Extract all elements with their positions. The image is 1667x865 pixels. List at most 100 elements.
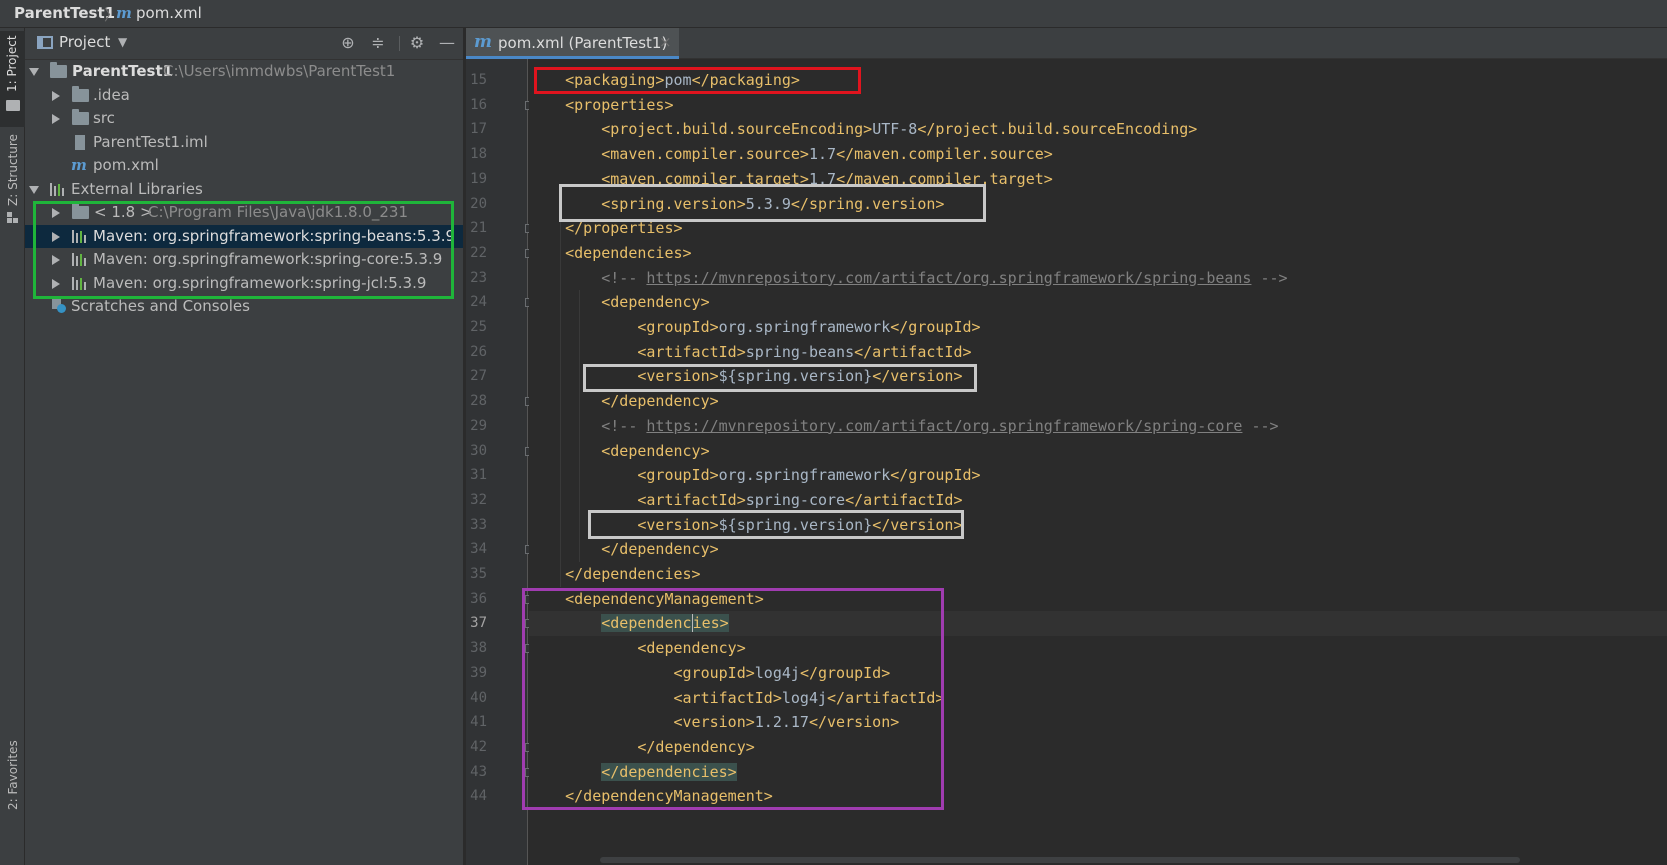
expand-arrow-icon[interactable]	[29, 68, 39, 76]
line-number[interactable]: 36	[466, 587, 487, 612]
code-line[interactable]: <groupId>org.springframework</groupId>	[529, 315, 1667, 340]
annotation-white-box	[559, 184, 986, 222]
code-line[interactable]: <groupId>org.springframework</groupId>	[529, 463, 1667, 488]
tree-item-label: .idea	[93, 85, 130, 104]
expand-arrow-icon[interactable]	[29, 185, 39, 194]
chevron-down-icon[interactable]: ▼	[118, 35, 127, 49]
code-line[interactable]: </dependencies>	[529, 562, 1667, 587]
tree-item-src[interactable]: src	[25, 107, 463, 131]
line-number[interactable]: 32	[466, 488, 487, 513]
line-number[interactable]: 26	[466, 340, 487, 365]
line-number[interactable]: 40	[466, 686, 487, 711]
line-number[interactable]: 15	[466, 68, 487, 93]
tree-item-label: External Libraries	[71, 179, 203, 198]
line-number[interactable]: 16	[466, 93, 487, 118]
project-view-icon	[37, 36, 53, 49]
annotation-white-box	[583, 364, 977, 392]
line-number[interactable]: 27	[466, 364, 487, 389]
line-number[interactable]: 29	[466, 414, 487, 439]
minimize-icon[interactable]: —	[437, 33, 457, 53]
editor-tab-bar: m pom.xml (ParentTest1) ×	[466, 28, 1667, 59]
line-number[interactable]: 31	[466, 463, 487, 488]
folder-icon	[72, 109, 89, 125]
line-number[interactable]: 39	[466, 661, 487, 686]
code-line[interactable]: <!-- https://mvnrepository.com/artifact/…	[529, 266, 1667, 291]
close-icon[interactable]: ×	[659, 33, 672, 51]
tree-item-idea[interactable]: .idea	[25, 84, 463, 108]
collapse-arrow-icon[interactable]	[52, 114, 60, 124]
structure-tool-label[interactable]: Z: Structure	[6, 134, 20, 206]
line-number[interactable]: 43	[466, 760, 487, 785]
scratches-icon	[52, 299, 66, 313]
line-number[interactable]: 17	[466, 117, 487, 142]
project-panel: Project ▼ ⊕ ≑ ⚙ — ParentTest1 C:\Users\i…	[25, 28, 463, 865]
line-number[interactable]: 24	[466, 290, 487, 315]
annotation-purple-box	[522, 588, 944, 810]
line-number[interactable]: 30	[466, 439, 487, 464]
tree-item-path: C:\Users\immdwbs\ParentTest1	[163, 62, 396, 80]
editor-gutter: 15 16 17 18 19 20 21 22 23 24 25 26 27 28 29 30 31 32 33 34…	[466, 59, 534, 865]
library-icon	[50, 182, 67, 196]
code-line[interactable]: <dependency>	[529, 290, 1667, 315]
annotation-red-box	[534, 67, 861, 94]
code-line[interactable]: <maven.compiler.source>1.7</maven.compil…	[529, 142, 1667, 167]
maven-file-icon: m	[71, 156, 87, 174]
annotation-green-box	[33, 201, 454, 299]
collapse-arrow-icon[interactable]	[52, 90, 60, 101]
folder-icon	[72, 85, 89, 102]
code-line[interactable]: <artifactId>spring-beans</artifactId>	[529, 340, 1667, 365]
code-line[interactable]: <!-- https://mvnrepository.com/artifact/…	[529, 414, 1667, 439]
code-line[interactable]: </dependency>	[529, 537, 1667, 562]
line-number[interactable]: 44	[466, 784, 487, 809]
breadcrumb-file[interactable]: pom.xml	[136, 4, 202, 22]
line-number[interactable]: 19	[466, 167, 487, 192]
line-number[interactable]: 33	[466, 513, 487, 538]
code-line[interactable]: <project.build.sourceEncoding>UTF-8</pro…	[529, 117, 1667, 142]
line-number[interactable]: 20	[466, 192, 487, 217]
project-tool-label[interactable]: 1: Project	[5, 35, 19, 92]
iml-file-icon	[75, 134, 85, 150]
code-line[interactable]: <dependencies>	[529, 241, 1667, 266]
line-number[interactable]: 18	[466, 142, 487, 167]
line-number[interactable]: 35	[466, 562, 487, 587]
code-line[interactable]: <properties>	[529, 93, 1667, 118]
line-number[interactable]: 42	[466, 735, 487, 760]
annotation-white-box	[588, 510, 964, 539]
project-view-title[interactable]: Project	[59, 33, 110, 51]
breadcrumb-project[interactable]: ParentTest1	[14, 4, 115, 22]
tree-item-label: pom.xml	[93, 156, 159, 174]
code-line[interactable]: <artifactId>spring-core</artifactId>	[529, 488, 1667, 513]
code-line[interactable]: <dependency>	[529, 439, 1667, 464]
toolbar-divider	[399, 36, 400, 51]
line-number[interactable]: 28	[466, 389, 487, 414]
tree-item-label: ParentTest1.iml	[93, 132, 208, 151]
tree-item-iml[interactable]: ParentTest1.iml	[25, 131, 463, 155]
gear-icon[interactable]: ⚙	[407, 33, 427, 53]
line-number[interactable]: 23	[466, 266, 487, 291]
tree-item-pom[interactable]: m pom.xml	[25, 154, 463, 178]
tree-item-external-libraries[interactable]: External Libraries	[25, 178, 463, 202]
line-number[interactable]: 38	[466, 636, 487, 661]
line-number[interactable]: 25	[466, 315, 487, 340]
locate-icon[interactable]: ⊕	[338, 33, 358, 53]
favorites-tool-label[interactable]: 2: Favorites	[6, 740, 20, 810]
breadcrumb-bar: ParentTest1 〉 m pom.xml	[0, 0, 1667, 28]
line-number[interactable]: 21	[466, 216, 487, 241]
line-number[interactable]: 37	[466, 611, 487, 636]
module-folder-icon	[50, 62, 67, 78]
tree-item-label: ParentTest1	[72, 62, 174, 80]
line-number[interactable]: 22	[466, 241, 487, 266]
line-number[interactable]: 34	[466, 537, 487, 562]
tab-pom-xml[interactable]: m pom.xml (ParentTest1) ×	[466, 28, 679, 59]
code-line[interactable]: </dependency>	[529, 389, 1667, 414]
structure-icon	[7, 212, 19, 224]
tree-item-parenttest1[interactable]: ParentTest1 C:\Users\immdwbs\ParentTest1	[25, 60, 463, 84]
tree-item-label: src	[93, 109, 115, 127]
maven-file-icon: m	[474, 32, 492, 52]
maven-file-icon: m	[116, 4, 132, 22]
tab-label: pom.xml (ParentTest1)	[498, 34, 668, 52]
collapse-all-icon[interactable]: ≑	[368, 33, 388, 53]
left-tool-strip: 1: Project Z: Structure 2: Favorites	[0, 28, 25, 865]
line-number[interactable]: 41	[466, 710, 487, 735]
horizontal-scrollbar[interactable]	[600, 857, 1520, 863]
